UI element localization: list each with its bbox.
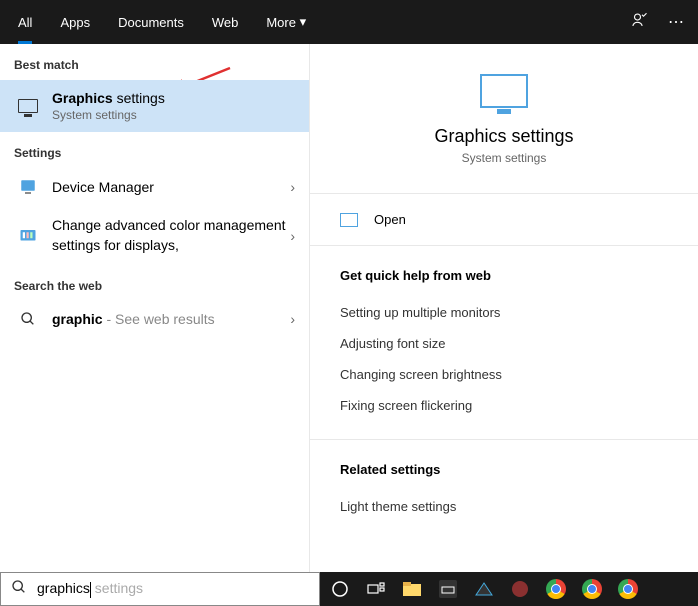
chrome-icon[interactable] [614, 575, 642, 603]
tab-web[interactable]: Web [198, 0, 253, 44]
section-best-match: Best match [0, 44, 309, 80]
section-settings: Settings [0, 132, 309, 168]
preview-monitor-icon [340, 74, 668, 108]
tab-more[interactable]: More ▾ [252, 0, 320, 44]
more-options-icon[interactable]: ⋯ [658, 12, 694, 32]
result-graphics-settings[interactable]: Graphics settings System settings [0, 80, 309, 132]
result-title: graphic - See web results [52, 311, 290, 327]
tab-documents[interactable]: Documents [104, 0, 198, 44]
result-subtitle: System settings [52, 108, 295, 122]
search-icon [14, 311, 42, 327]
app-icon[interactable] [434, 575, 462, 603]
color-settings-icon [14, 227, 42, 245]
help-link[interactable]: Changing screen brightness [340, 359, 668, 390]
quick-help-header: Get quick help from web [340, 268, 668, 283]
cortana-icon[interactable] [326, 575, 354, 603]
open-action[interactable]: Open [340, 194, 668, 245]
search-input[interactable]: graphics settings [37, 580, 309, 597]
related-header: Related settings [340, 462, 668, 477]
preview-panel: Graphics settings System settings Open G… [310, 44, 698, 572]
divider [310, 245, 698, 246]
search-box[interactable]: graphics settings [0, 572, 320, 606]
preview-subtitle: System settings [340, 151, 668, 165]
chevron-right-icon: › [290, 179, 295, 195]
taskbar [320, 572, 698, 606]
file-explorer-icon[interactable] [398, 575, 426, 603]
device-manager-icon [14, 178, 42, 196]
related-link[interactable]: Light theme settings [340, 491, 668, 522]
result-title: Device Manager [52, 179, 290, 195]
search-icon [11, 579, 27, 600]
help-link[interactable]: Fixing screen flickering [340, 390, 668, 421]
help-link[interactable]: Setting up multiple monitors [340, 297, 668, 328]
preview-title: Graphics settings [340, 126, 668, 147]
monitor-icon [14, 99, 42, 113]
result-device-manager[interactable]: Device Manager › [0, 168, 309, 206]
result-color-management[interactable]: Change advanced color management setting… [0, 206, 309, 265]
tab-apps[interactable]: Apps [46, 0, 104, 44]
open-icon [340, 213, 358, 227]
feedback-icon[interactable] [620, 11, 658, 34]
result-title: Graphics settings [52, 90, 295, 106]
tab-all[interactable]: All [4, 0, 46, 44]
divider [310, 439, 698, 440]
open-label: Open [374, 212, 406, 227]
result-title: Change advanced color management setting… [52, 216, 290, 255]
help-link[interactable]: Adjusting font size [340, 328, 668, 359]
chevron-right-icon: › [290, 228, 295, 244]
search-filter-tabs: All Apps Documents Web More ▾ ⋯ [0, 0, 698, 44]
chrome-icon[interactable] [542, 575, 570, 603]
task-view-icon[interactable] [362, 575, 390, 603]
chevron-right-icon: › [290, 311, 295, 327]
chrome-icon[interactable] [578, 575, 606, 603]
result-web-graphic[interactable]: graphic - See web results › [0, 301, 309, 337]
section-search-web: Search the web [0, 265, 309, 301]
results-panel: Best match Graphics settings System sett… [0, 44, 310, 572]
app-icon-2[interactable] [506, 575, 534, 603]
predator-icon[interactable] [470, 575, 498, 603]
